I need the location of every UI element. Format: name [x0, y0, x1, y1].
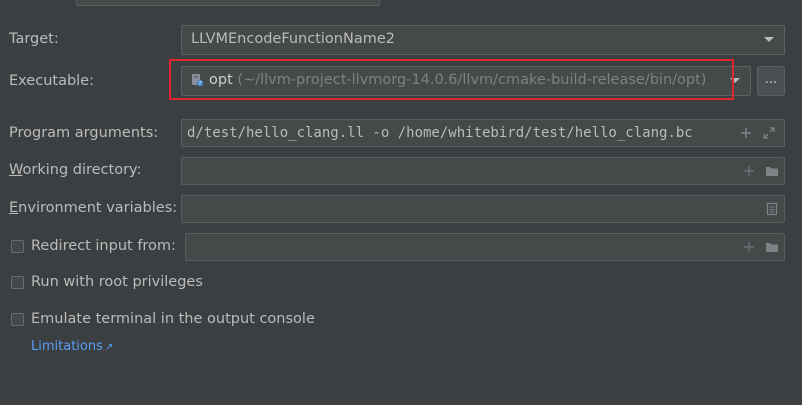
external-link-icon: ↗ — [104, 342, 114, 353]
name-field-cutoff[interactable] — [76, 0, 380, 6]
environment-variables-label-text: nvironment variables: — [18, 200, 178, 216]
plus-icon[interactable] — [742, 240, 756, 254]
executable-value: opt (~/llvm-project-llvmorg-14.0.6/llvm/… — [209, 72, 706, 88]
emulate-terminal-checkbox[interactable] — [11, 313, 24, 326]
document-icon[interactable] — [765, 202, 779, 216]
program-arguments-input[interactable]: d/test/hello_clang.ll -o /home/whitebird… — [181, 119, 785, 147]
redirect-input-label[interactable]: Redirect input from: — [31, 238, 176, 254]
environment-variables-label: Environment variables: — [9, 200, 177, 216]
chevron-down-icon[interactable] — [764, 37, 774, 42]
redirect-input-checkbox[interactable] — [11, 240, 24, 253]
executable-name: opt — [209, 72, 233, 88]
executable-path: (~/llvm-project-llvmorg-14.0.6/llvm/cmak… — [232, 72, 707, 88]
svg-text:?: ? — [199, 81, 202, 87]
chevron-down-icon[interactable] — [730, 78, 740, 83]
working-directory-mnemonic: W — [9, 162, 23, 178]
executable-file-icon: ? — [192, 74, 204, 87]
target-value: LLVMEncodeFunctionName2 — [191, 31, 395, 47]
target-label: Target: — [9, 31, 59, 47]
executable-combobox[interactable]: ? opt (~/llvm-project-llvmorg-14.0.6/llv… — [181, 66, 751, 96]
working-directory-label: Working directory: — [9, 162, 141, 178]
run-configuration-panel: Target: LLVMEncodeFunctionName2 Executab… — [0, 0, 802, 405]
plus-icon[interactable] — [742, 164, 756, 178]
plus-icon[interactable] — [739, 126, 753, 140]
target-combobox[interactable]: LLVMEncodeFunctionName2 — [181, 25, 785, 55]
root-privileges-label[interactable]: Run with root privileges — [31, 274, 203, 290]
folder-icon[interactable] — [765, 240, 779, 254]
browse-executable-button[interactable]: ... — [757, 66, 785, 96]
root-privileges-checkbox[interactable] — [11, 276, 24, 289]
folder-icon[interactable] — [765, 164, 779, 178]
working-directory-label-text: orking directory: — [22, 162, 142, 178]
environment-variables-input[interactable] — [181, 195, 785, 223]
limitations-link[interactable]: Limitations ↗ — [31, 339, 113, 354]
expand-icon[interactable] — [762, 126, 776, 140]
emulate-terminal-label[interactable]: Emulate terminal in the output console — [31, 311, 315, 327]
redirect-input-field[interactable] — [185, 233, 785, 261]
executable-label: Executable: — [9, 73, 94, 89]
program-arguments-value: d/test/hello_clang.ll -o /home/whitebird… — [187, 125, 693, 141]
limitations-link-text[interactable]: Limitations — [31, 339, 103, 354]
environment-variables-mnemonic: E — [9, 200, 19, 216]
program-arguments-label: Program arguments: — [9, 125, 159, 141]
working-directory-input[interactable] — [181, 157, 785, 185]
top-cutoff-row — [0, 0, 802, 8]
